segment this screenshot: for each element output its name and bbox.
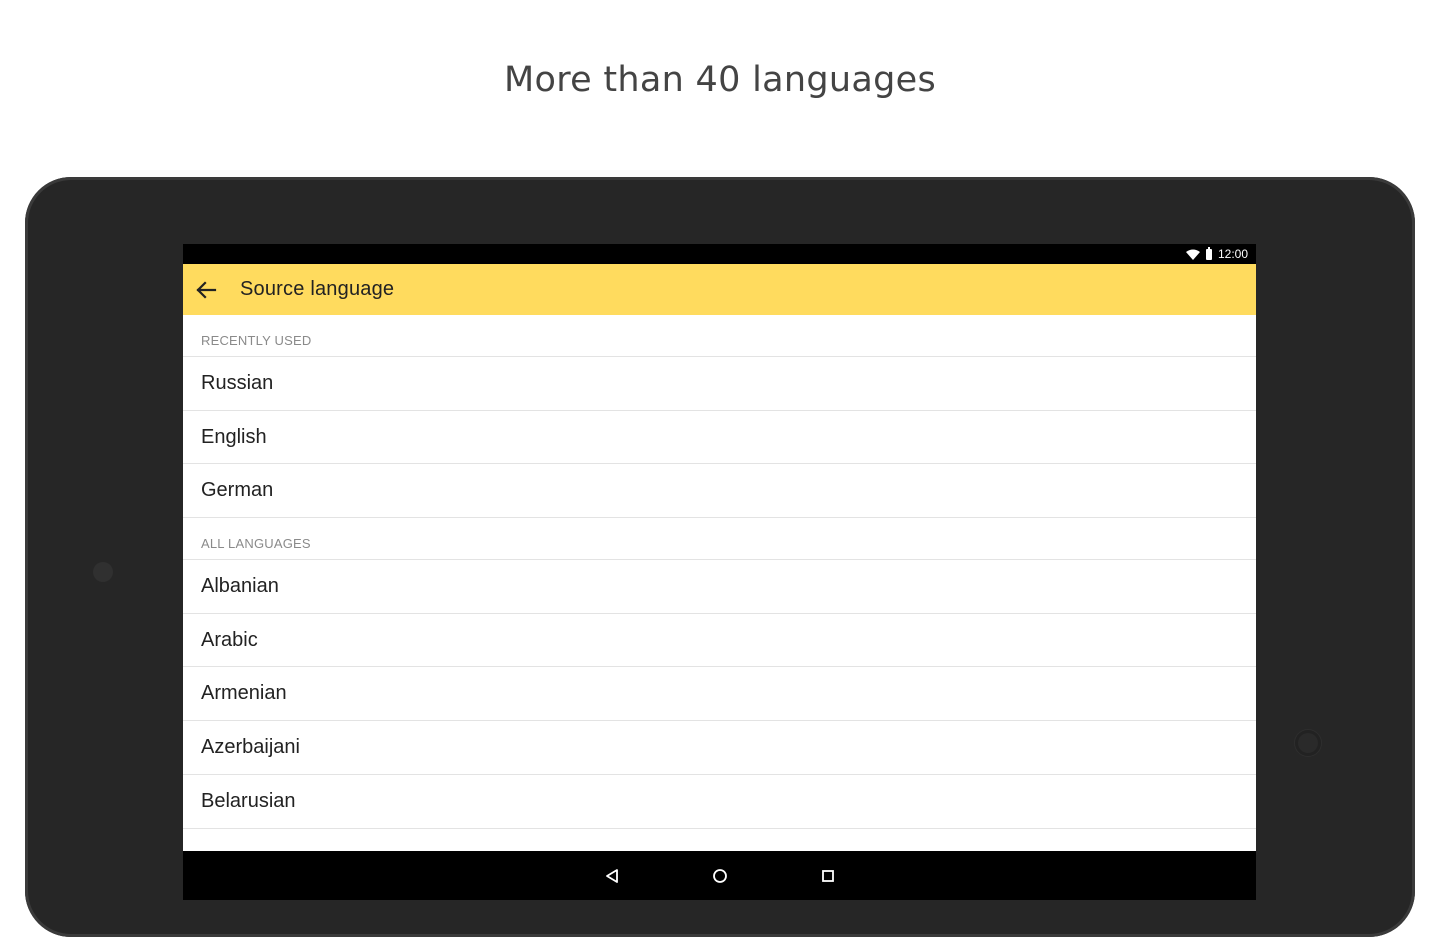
back-triangle-icon [605,868,618,883]
language-list: RECENTLY USED Russian English German ALL… [183,315,1256,829]
list-item-english[interactable]: English [183,411,1256,465]
section-header-all-languages: ALL LANGUAGES [183,518,1256,561]
page-headline: More than 40 languages [503,60,936,100]
list-item-german[interactable]: German [183,464,1256,519]
arrow-left-icon [196,280,217,299]
status-time: 12:00 [1217,247,1248,261]
status-icons: 12:00 [1185,246,1248,261]
nav-recents-button[interactable] [814,862,842,890]
wifi-icon [1185,249,1200,260]
list-item-russian[interactable]: Russian [183,357,1256,411]
camera-icon [93,562,113,582]
section-header-recently-used: RECENTLY USED [183,315,1256,357]
nav-back-button[interactable] [598,862,626,890]
battery-icon [1205,246,1212,260]
app-bar-title: Source language [240,278,395,300]
recents-square-icon [821,869,834,882]
list-item-azerbaijani[interactable]: Azerbaijani [183,721,1256,775]
home-circle-icon [712,868,727,883]
list-item-armenian[interactable]: Armenian [183,667,1256,722]
device-screen: 12:00 Source language RECENTLY USED Russ… [183,244,1256,900]
back-button[interactable] [183,264,229,315]
navigation-bar [183,851,1256,900]
app-bar: Source language [183,264,1256,315]
status-bar: 12:00 [183,244,1256,264]
sensor-icon [1295,730,1321,756]
list-item-belarusian[interactable]: Belarusian [183,775,1256,829]
list-item-arabic[interactable]: Arabic [183,614,1256,668]
nav-home-button[interactable] [706,862,734,890]
list-item-albanian[interactable]: Albanian [183,560,1256,614]
